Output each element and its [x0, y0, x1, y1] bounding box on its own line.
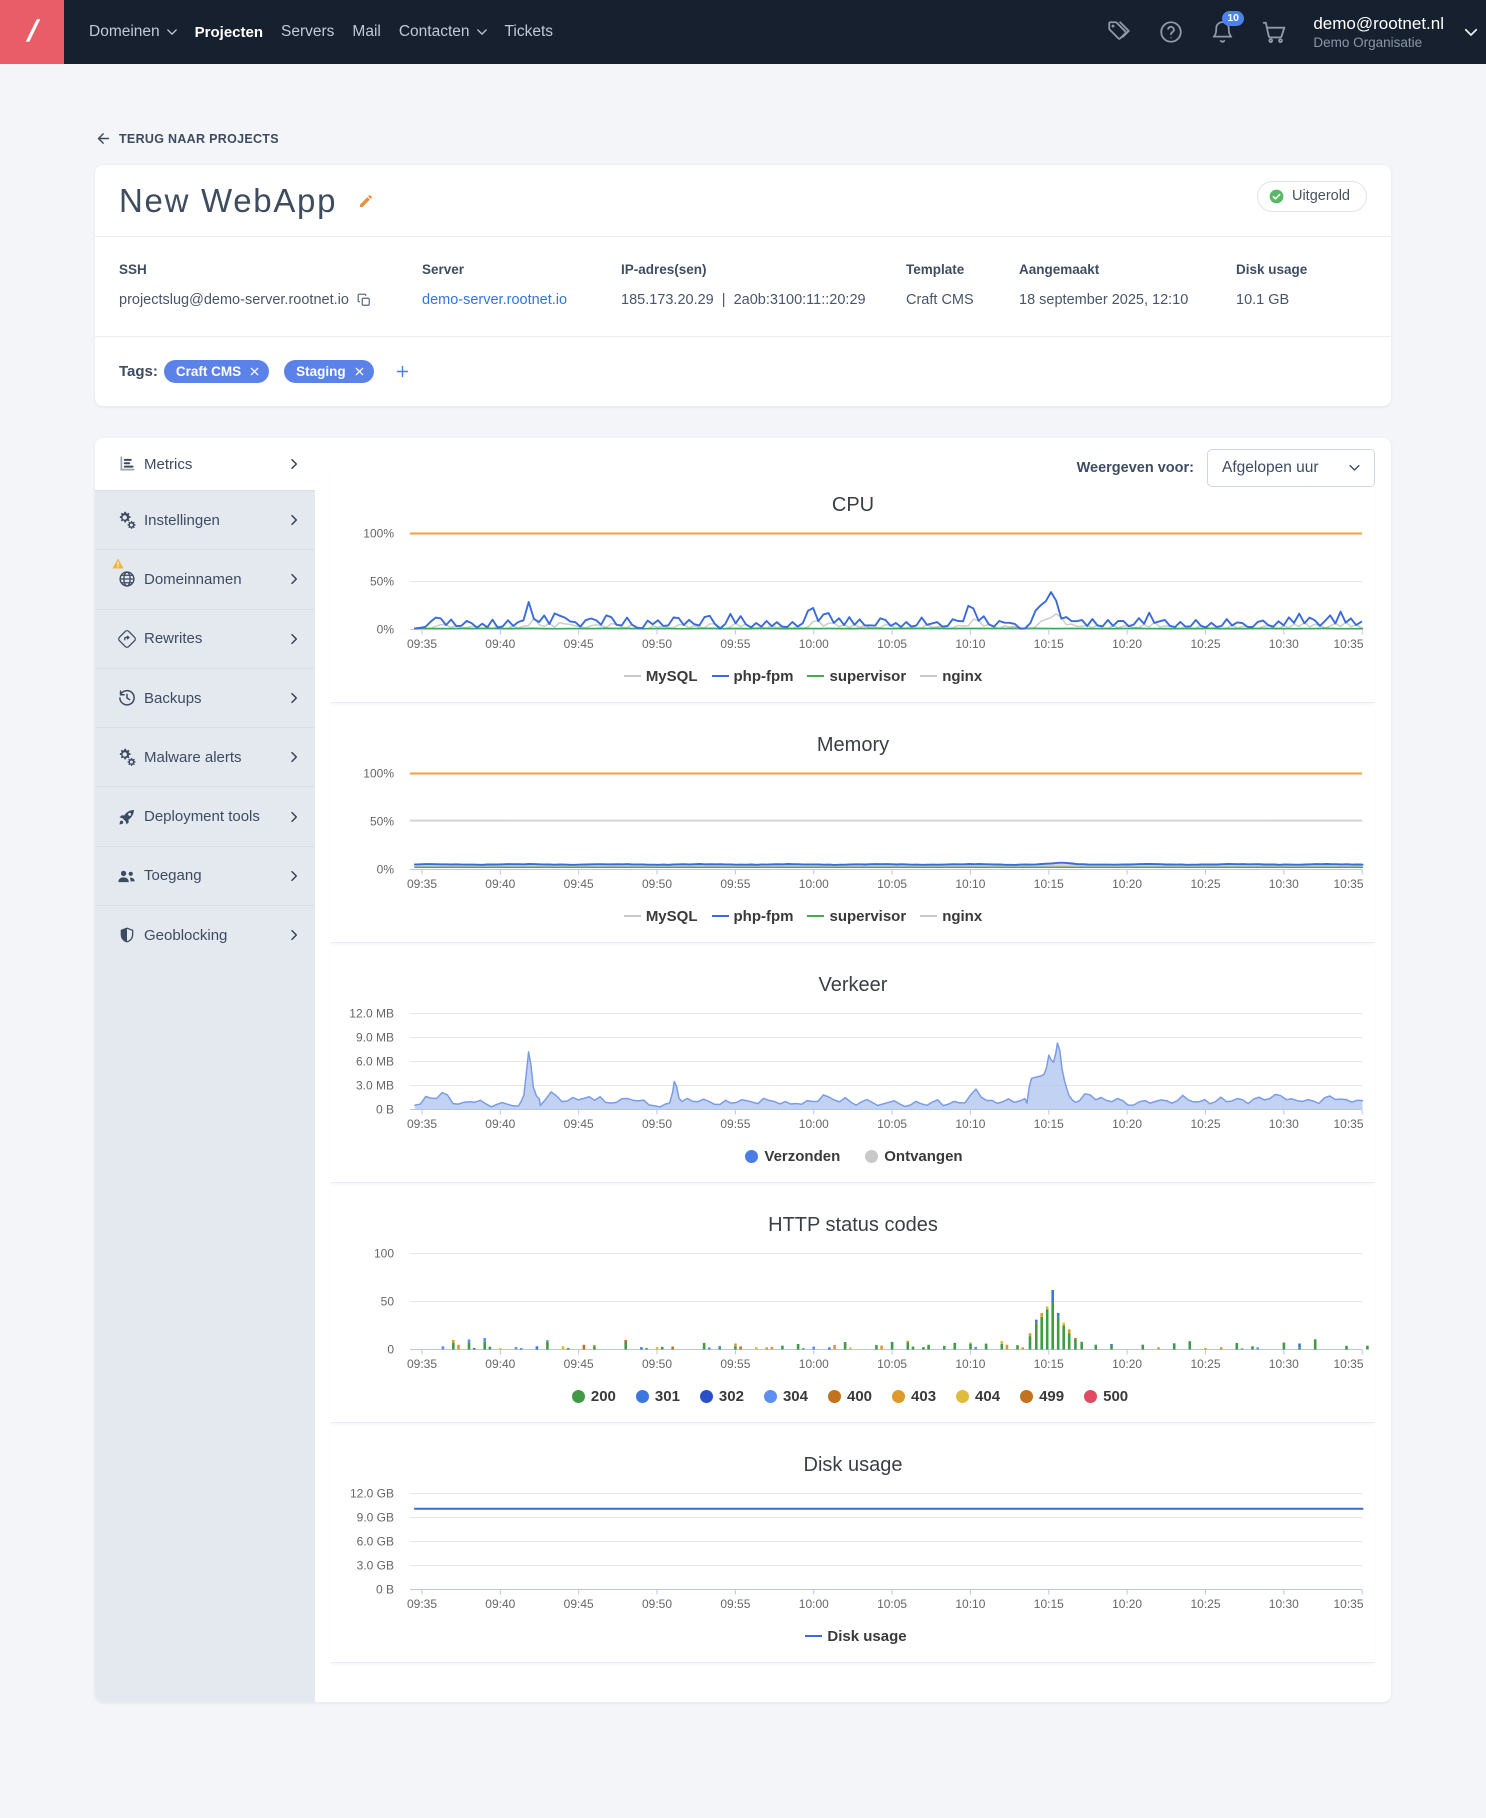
svg-text:09:40: 09:40	[485, 637, 515, 651]
svg-text:09:35: 09:35	[407, 1597, 437, 1611]
svg-text:09:35: 09:35	[407, 877, 437, 891]
svg-text:10:15: 10:15	[1034, 637, 1064, 651]
svg-text:10:30: 10:30	[1269, 637, 1299, 651]
svg-text:10:05: 10:05	[877, 637, 907, 651]
svg-text:9.0 MB: 9.0 MB	[356, 1031, 394, 1045]
svg-text:10:20: 10:20	[1112, 1597, 1142, 1611]
svg-text:10:05: 10:05	[877, 1357, 907, 1371]
svg-text:09:45: 09:45	[564, 1117, 594, 1131]
svg-text:09:40: 09:40	[485, 1357, 515, 1371]
svg-text:09:45: 09:45	[564, 1357, 594, 1371]
svg-text:09:40: 09:40	[485, 1597, 515, 1611]
svg-text:10:00: 10:00	[799, 637, 829, 651]
svg-text:100: 100	[374, 1247, 394, 1261]
svg-text:10:30: 10:30	[1269, 1597, 1299, 1611]
svg-text:09:50: 09:50	[642, 1357, 672, 1371]
svg-text:10:00: 10:00	[799, 1357, 829, 1371]
svg-text:10:35: 10:35	[1333, 877, 1363, 891]
svg-text:09:50: 09:50	[642, 637, 672, 651]
svg-text:12.0 MB: 12.0 MB	[349, 1007, 394, 1021]
svg-text:10:00: 10:00	[799, 877, 829, 891]
svg-text:10:10: 10:10	[955, 1357, 985, 1371]
svg-text:09:55: 09:55	[720, 1117, 750, 1131]
svg-text:09:45: 09:45	[564, 637, 594, 651]
svg-text:10:35: 10:35	[1333, 1597, 1363, 1611]
svg-text:0%: 0%	[377, 623, 395, 637]
svg-text:10:10: 10:10	[955, 877, 985, 891]
svg-text:10:05: 10:05	[877, 1597, 907, 1611]
svg-text:10:15: 10:15	[1034, 1597, 1064, 1611]
svg-text:09:50: 09:50	[642, 877, 672, 891]
svg-text:10:30: 10:30	[1269, 877, 1299, 891]
svg-text:09:50: 09:50	[642, 1117, 672, 1131]
svg-text:09:50: 09:50	[642, 1597, 672, 1611]
svg-text:09:55: 09:55	[720, 1597, 750, 1611]
svg-text:100%: 100%	[363, 527, 394, 541]
svg-text:3.0 MB: 3.0 MB	[356, 1079, 394, 1093]
svg-text:10:00: 10:00	[799, 1597, 829, 1611]
svg-text:10:15: 10:15	[1034, 1357, 1064, 1371]
svg-text:09:35: 09:35	[407, 1357, 437, 1371]
svg-text:10:35: 10:35	[1333, 1117, 1363, 1131]
svg-text:09:55: 09:55	[720, 637, 750, 651]
svg-text:10:15: 10:15	[1034, 877, 1064, 891]
svg-text:10:30: 10:30	[1269, 1117, 1299, 1131]
svg-text:09:40: 09:40	[485, 1117, 515, 1131]
svg-text:10:20: 10:20	[1112, 1117, 1142, 1131]
svg-text:10:00: 10:00	[799, 1117, 829, 1131]
svg-text:0 B: 0 B	[376, 1583, 394, 1597]
svg-text:10:30: 10:30	[1269, 1357, 1299, 1371]
svg-text:0 B: 0 B	[376, 1103, 394, 1117]
svg-text:10:05: 10:05	[877, 877, 907, 891]
svg-text:50: 50	[381, 1295, 395, 1309]
svg-text:09:55: 09:55	[720, 1357, 750, 1371]
svg-text:09:40: 09:40	[485, 877, 515, 891]
svg-text:12.0 GB: 12.0 GB	[350, 1487, 394, 1501]
svg-text:09:55: 09:55	[720, 877, 750, 891]
svg-text:50%: 50%	[370, 575, 394, 589]
svg-text:10:20: 10:20	[1112, 1357, 1142, 1371]
svg-text:10:10: 10:10	[955, 637, 985, 651]
svg-text:09:35: 09:35	[407, 637, 437, 651]
svg-text:10:35: 10:35	[1333, 637, 1363, 651]
svg-text:10:10: 10:10	[955, 1117, 985, 1131]
svg-text:10:20: 10:20	[1112, 877, 1142, 891]
svg-text:6.0 MB: 6.0 MB	[356, 1055, 394, 1069]
svg-text:9.0 GB: 9.0 GB	[357, 1511, 394, 1525]
svg-text:10:15: 10:15	[1034, 1117, 1064, 1131]
svg-text:10:25: 10:25	[1190, 1117, 1220, 1131]
svg-text:10:25: 10:25	[1190, 1597, 1220, 1611]
svg-text:100%: 100%	[363, 767, 394, 781]
svg-text:0: 0	[387, 1343, 394, 1357]
svg-text:0%: 0%	[377, 863, 395, 877]
svg-text:6.0 GB: 6.0 GB	[357, 1535, 394, 1549]
svg-text:50%: 50%	[370, 815, 394, 829]
svg-text:10:25: 10:25	[1190, 637, 1220, 651]
svg-text:10:20: 10:20	[1112, 637, 1142, 651]
svg-text:09:45: 09:45	[564, 1597, 594, 1611]
svg-text:09:35: 09:35	[407, 1117, 437, 1131]
svg-text:10:35: 10:35	[1333, 1357, 1363, 1371]
svg-text:10:25: 10:25	[1190, 877, 1220, 891]
svg-text:10:10: 10:10	[955, 1597, 985, 1611]
svg-text:09:45: 09:45	[564, 877, 594, 891]
svg-text:10:25: 10:25	[1190, 1357, 1220, 1371]
svg-text:10:05: 10:05	[877, 1117, 907, 1131]
svg-text:3.0 GB: 3.0 GB	[357, 1559, 394, 1573]
